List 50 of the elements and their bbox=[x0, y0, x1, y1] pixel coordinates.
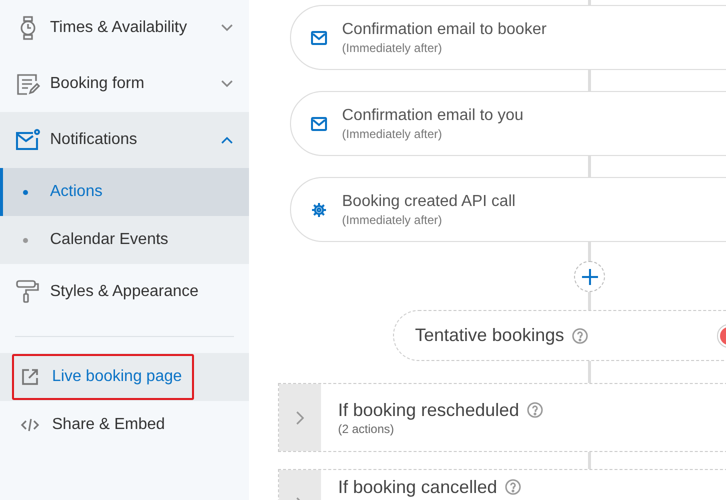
action-title: Confirmation email to you bbox=[342, 106, 524, 126]
paint-roller-icon bbox=[16, 280, 40, 304]
plus-icon bbox=[582, 268, 598, 284]
action-timing: (Immediately after) bbox=[342, 126, 444, 142]
form-icon bbox=[16, 72, 40, 96]
sidebar-label: Calendar Events bbox=[50, 230, 168, 250]
chevron-icon bbox=[221, 136, 233, 144]
help-icon bbox=[505, 479, 522, 495]
action-card[interactable]: Confirmation email to booker (Immediately after) bbox=[290, 5, 726, 70]
sidebar-label: Booking form bbox=[50, 74, 146, 94]
sidebar-label: Notifications bbox=[50, 130, 138, 150]
chevron-icon bbox=[221, 24, 233, 32]
external-link-icon bbox=[21, 368, 39, 386]
sidebar-label: Actions bbox=[50, 182, 102, 202]
sidebar-link[interactable]: Share & Embed bbox=[0, 401, 249, 449]
chevron-icon bbox=[296, 410, 304, 424]
chevron-icon bbox=[221, 80, 233, 88]
action-title: Confirmation email to booker bbox=[342, 20, 547, 40]
bullet-icon bbox=[23, 238, 28, 242]
envelope-icon bbox=[311, 116, 327, 130]
sidebar-link[interactable]: Live booking page bbox=[0, 353, 249, 401]
mail-icon bbox=[15, 129, 41, 151]
sidebar-label: Live booking page bbox=[52, 367, 182, 387]
sidebar-label: Share & Embed bbox=[52, 415, 165, 435]
condition-group[interactable]: If booking cancelled bbox=[278, 469, 726, 500]
sidebar-item[interactable]: Booking form bbox=[0, 56, 249, 112]
code-icon bbox=[21, 418, 39, 432]
sidebar-label: Styles & Appearance bbox=[50, 282, 200, 302]
sidebar-label: Times & Availability bbox=[50, 18, 188, 38]
action-card[interactable]: Booking created API call (Immediately after) bbox=[290, 177, 726, 242]
sidebar-item[interactable]: Styles & Appearance bbox=[0, 264, 249, 320]
help-icon bbox=[527, 402, 544, 418]
tentative-label: Tentative bookings bbox=[415, 324, 564, 347]
action-title: Booking created API call bbox=[342, 192, 516, 212]
envelope-icon bbox=[311, 30, 327, 44]
bullet-icon bbox=[23, 190, 28, 194]
sidebar-item[interactable]: Notifications bbox=[0, 112, 249, 168]
action-count: (2 actions) bbox=[338, 420, 396, 436]
watch-icon bbox=[20, 16, 36, 40]
help-icon bbox=[572, 328, 588, 344]
sidebar-subitem[interactable]: Calendar Events bbox=[0, 216, 249, 264]
condition-group[interactable]: If booking rescheduled (2 actions) bbox=[278, 383, 726, 452]
action-card[interactable]: Confirmation email to you (Immediately after) bbox=[290, 91, 726, 156]
sidebar-subitem[interactable]: Actions bbox=[0, 168, 249, 216]
group-title: If booking cancelled bbox=[338, 476, 498, 498]
sidebar-item[interactable]: Times & Availability bbox=[0, 0, 249, 56]
group-title: If booking rescheduled bbox=[338, 398, 520, 420]
action-timing: (Immediately after) bbox=[342, 212, 444, 228]
gear-icon bbox=[311, 202, 327, 218]
action-timing: (Immediately after) bbox=[342, 40, 444, 56]
